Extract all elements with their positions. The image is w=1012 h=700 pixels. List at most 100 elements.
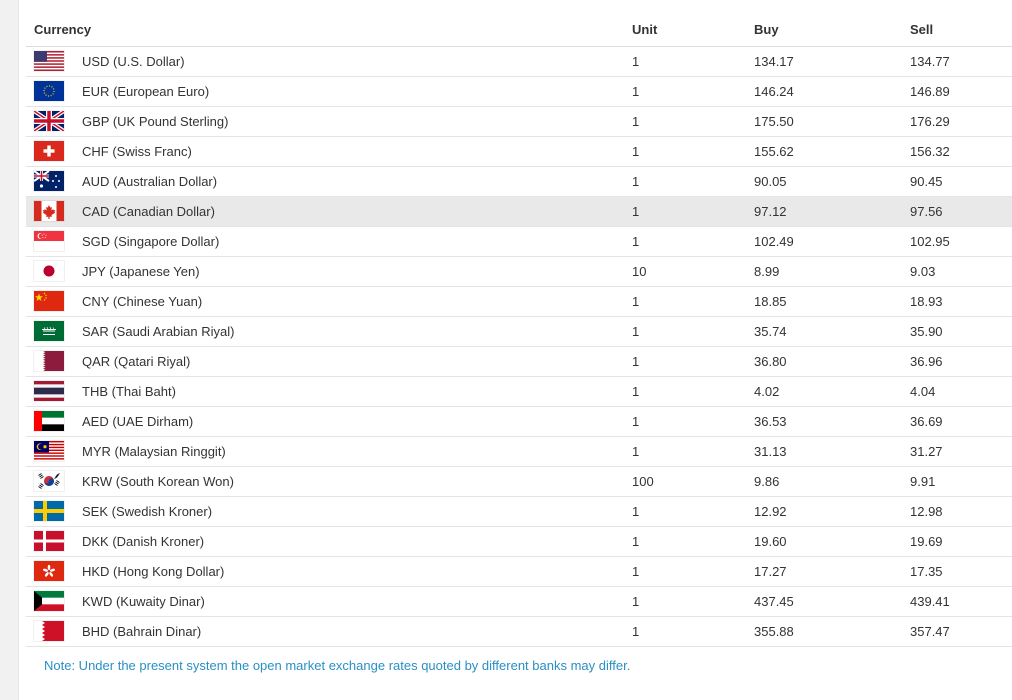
buy-rate: 19.60: [754, 526, 910, 557]
buy-rate: 97.12: [754, 196, 910, 227]
table-row: CNY (Chinese Yuan) 1 18.85 18.93: [26, 286, 1012, 317]
table-row: GBP (UK Pound Sterling) 1 175.50 176.29: [26, 106, 1012, 137]
bahrain-flag-icon: [34, 621, 64, 641]
table-row: CAD (Canadian Dollar) 1 97.12 97.56: [26, 196, 1012, 227]
buy-rate: 134.17: [754, 46, 910, 77]
header-unit[interactable]: Unit: [632, 14, 754, 47]
header-buy[interactable]: Buy: [754, 14, 910, 47]
currency-cell-content: KWD (Kuwaity Dinar): [34, 591, 632, 611]
sell-rate: 9.91: [910, 466, 1012, 497]
buy-rate: 35.74: [754, 316, 910, 347]
unit-value: 1: [632, 286, 754, 317]
currency-cell-content: SGD (Singapore Dollar): [34, 231, 632, 251]
table-row: MYR (Malaysian Ringgit) 1 31.13 31.27: [26, 436, 1012, 467]
currency-cell-content: CHF (Swiss Franc): [34, 141, 632, 161]
australia-flag-icon: [34, 171, 64, 191]
currency-cell: SEK (Swedish Kroner): [26, 496, 632, 527]
currency-cell-content: HKD (Hong Kong Dollar): [34, 561, 632, 581]
currency-cell-content: KRW (South Korean Won): [34, 471, 632, 491]
unit-value: 1: [632, 376, 754, 407]
currency-cell: MYR (Malaysian Ringgit): [26, 436, 632, 467]
eu-flag-icon: [34, 81, 64, 101]
sell-rate: 31.27: [910, 436, 1012, 467]
currency-name: EUR (European Euro): [82, 83, 210, 99]
currency-cell: HKD (Hong Kong Dollar): [26, 556, 632, 587]
buy-rate: 90.05: [754, 166, 910, 197]
currency-cell-content: GBP (UK Pound Sterling): [34, 111, 632, 131]
switzerland-flag-icon: [34, 141, 64, 161]
sell-rate: 357.47: [910, 616, 1012, 647]
table-row: QAR (Qatari Riyal) 1 36.80 36.96: [26, 346, 1012, 377]
currency-cell: JPY (Japanese Yen): [26, 256, 632, 287]
currency-cell-content: AED (UAE Dirham): [34, 411, 632, 431]
sell-rate: 146.89: [910, 76, 1012, 107]
table-row: USD (U.S. Dollar) 1 134.17 134.77: [26, 46, 1012, 77]
table-row: THB (Thai Baht) 1 4.02 4.04: [26, 376, 1012, 407]
currency-name: CAD (Canadian Dollar): [82, 203, 215, 219]
currency-cell-content: CNY (Chinese Yuan): [34, 291, 632, 311]
exchange-rates-table: Currency Unit Buy Sell USD (U.S. Dollar)…: [26, 14, 1012, 647]
currency-cell: AED (UAE Dirham): [26, 406, 632, 437]
currency-name: MYR (Malaysian Ringgit): [82, 443, 226, 459]
table-row: CHF (Swiss Franc) 1 155.62 156.32: [26, 136, 1012, 167]
hong-kong-flag-icon: [34, 561, 64, 581]
unit-value: 1: [632, 616, 754, 647]
currency-cell: EUR (European Euro): [26, 76, 632, 107]
china-flag-icon: [34, 291, 64, 311]
unit-value: 1: [632, 406, 754, 437]
sell-rate: 102.95: [910, 226, 1012, 257]
currency-name: GBP (UK Pound Sterling): [82, 113, 229, 129]
currency-cell: QAR (Qatari Riyal): [26, 346, 632, 377]
currency-name: QAR (Qatari Riyal): [82, 353, 191, 369]
sell-rate: 12.98: [910, 496, 1012, 527]
unit-value: 1: [632, 136, 754, 167]
table-row: SGD (Singapore Dollar) 1 102.49 102.95: [26, 226, 1012, 257]
sell-rate: 97.56: [910, 196, 1012, 227]
kuwait-flag-icon: [34, 591, 64, 611]
currency-cell-content: SAR (Saudi Arabian Riyal): [34, 321, 632, 341]
currency-cell-content: JPY (Japanese Yen): [34, 261, 632, 281]
unit-value: 1: [632, 166, 754, 197]
buy-rate: 102.49: [754, 226, 910, 257]
sell-rate: 156.32: [910, 136, 1012, 167]
sell-rate: 35.90: [910, 316, 1012, 347]
buy-rate: 8.99: [754, 256, 910, 287]
header-sell[interactable]: Sell: [910, 14, 1012, 47]
currency-cell-content: AUD (Australian Dollar): [34, 171, 632, 191]
sell-rate: 439.41: [910, 586, 1012, 617]
buy-rate: 4.02: [754, 376, 910, 407]
table-row: BHD (Bahrain Dinar) 1 355.88 357.47: [26, 616, 1012, 647]
currency-name: SGD (Singapore Dollar): [82, 233, 220, 249]
table-row: EUR (European Euro) 1 146.24 146.89: [26, 76, 1012, 107]
table-row: KRW (South Korean Won) 100 9.86 9.91: [26, 466, 1012, 497]
uk-flag-icon: [34, 111, 64, 131]
currency-cell-content: EUR (European Euro): [34, 81, 632, 101]
denmark-flag-icon: [34, 531, 64, 551]
unit-value: 1: [632, 496, 754, 527]
unit-value: 1: [632, 106, 754, 137]
buy-rate: 9.86: [754, 466, 910, 497]
singapore-flag-icon: [34, 231, 64, 251]
currency-name: SEK (Swedish Kroner): [82, 503, 213, 519]
currency-name: KRW (South Korean Won): [82, 473, 234, 489]
table-body: USD (U.S. Dollar) 1 134.17 134.77 EUR (Europ…: [26, 46, 1012, 647]
sell-rate: 17.35: [910, 556, 1012, 587]
table-row: SEK (Swedish Kroner) 1 12.92 12.98: [26, 496, 1012, 527]
currency-name: AED (UAE Dirham): [82, 413, 194, 429]
currency-cell: AUD (Australian Dollar): [26, 166, 632, 197]
currency-cell: KWD (Kuwaity Dinar): [26, 586, 632, 617]
japan-flag-icon: [34, 261, 64, 281]
buy-rate: 146.24: [754, 76, 910, 107]
currency-cell-content: CAD (Canadian Dollar): [34, 201, 632, 221]
currency-cell: THB (Thai Baht): [26, 376, 632, 407]
table-header-row: Currency Unit Buy Sell: [26, 14, 1012, 47]
usa-flag-icon: [34, 51, 64, 71]
table-row: DKK (Danish Kroner) 1 19.60 19.69: [26, 526, 1012, 557]
header-currency[interactable]: Currency: [26, 14, 632, 47]
currency-name: AUD (Australian Dollar): [82, 173, 218, 189]
table-row: SAR (Saudi Arabian Riyal) 1 35.74 35.90: [26, 316, 1012, 347]
south-korea-flag-icon: [34, 471, 64, 491]
table-row: AED (UAE Dirham) 1 36.53 36.69: [26, 406, 1012, 437]
currency-cell: CHF (Swiss Franc): [26, 136, 632, 167]
sell-rate: 4.04: [910, 376, 1012, 407]
